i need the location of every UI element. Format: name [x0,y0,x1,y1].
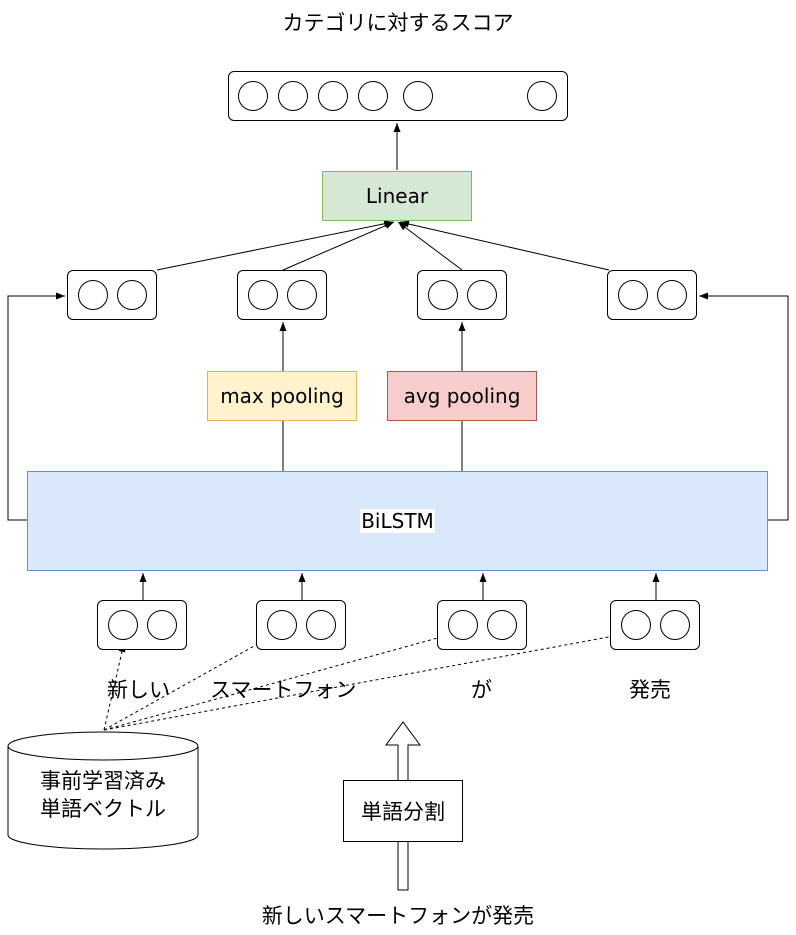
edge-pool4-linear [399,220,610,271]
vector-unit [448,610,478,640]
diagram-title: カテゴリに対するスコア [282,11,514,35]
avg-pooling-label: avg pooling [403,384,521,408]
bilstm-layer: BiLSTM [27,471,768,571]
input-sentence: 新しいスマートフォンが発売 [261,904,535,928]
word-segmentation-box: 単語分割 [343,780,463,842]
avg-pooled-vector [417,270,507,320]
output-unit [238,81,268,111]
vector-unit [108,610,138,640]
vector-unit [287,280,317,310]
output-unit [527,81,557,111]
linear-layer: Linear [322,171,472,221]
output-unit [403,81,433,111]
avg-pooling-box: avg pooling [387,371,537,421]
word-segmentation-label: 単語分割 [361,800,445,824]
vector-unit [248,280,278,310]
segmentation-hollow-arrow-bottom [397,842,409,891]
vector-unit [267,610,297,640]
vector-unit [147,610,177,640]
pretrained-vectors-label: 事前学習済み 単語ベクトル [8,767,198,823]
token-1: 新しい [107,678,170,702]
vector-unit [428,280,458,310]
edge-pool1-linear [156,220,394,271]
vector-unit [487,610,517,640]
database-cylinder-top [7,731,199,761]
hidden-vector-left [67,270,157,320]
word-embedding-2 [256,600,346,650]
linear-label: Linear [365,184,429,208]
hidden-vector-right [607,270,697,320]
vector-unit [618,280,648,310]
vector-unit [467,280,497,310]
max-pooling-label: max pooling [220,384,344,408]
word-embedding-3 [437,600,527,650]
output-score-vector [228,71,568,121]
segmentation-hollow-arrow-top [385,721,421,780]
vector-unit [660,610,690,640]
vector-unit [657,280,687,310]
token-3: が [471,678,492,702]
output-unit [278,81,308,111]
vector-unit [306,610,336,640]
pretrained-vectors-label-line1: 事前学習済み [40,769,166,793]
vector-unit [78,280,108,310]
bilstm-label: BiLSTM [360,509,435,533]
word-embedding-4 [610,600,700,650]
vector-unit [621,610,651,640]
pretrained-vectors-label-line2: 単語ベクトル [40,797,166,821]
output-unit [318,81,348,111]
word-embedding-1 [97,600,187,650]
max-pooled-vector [237,270,327,320]
token-2: スマートフォン [210,678,357,702]
token-4: 発売 [629,678,671,702]
edge-pool2-linear [282,221,395,271]
max-pooling-box: max pooling [207,371,357,421]
output-unit [358,81,388,111]
vector-unit [117,280,147,310]
